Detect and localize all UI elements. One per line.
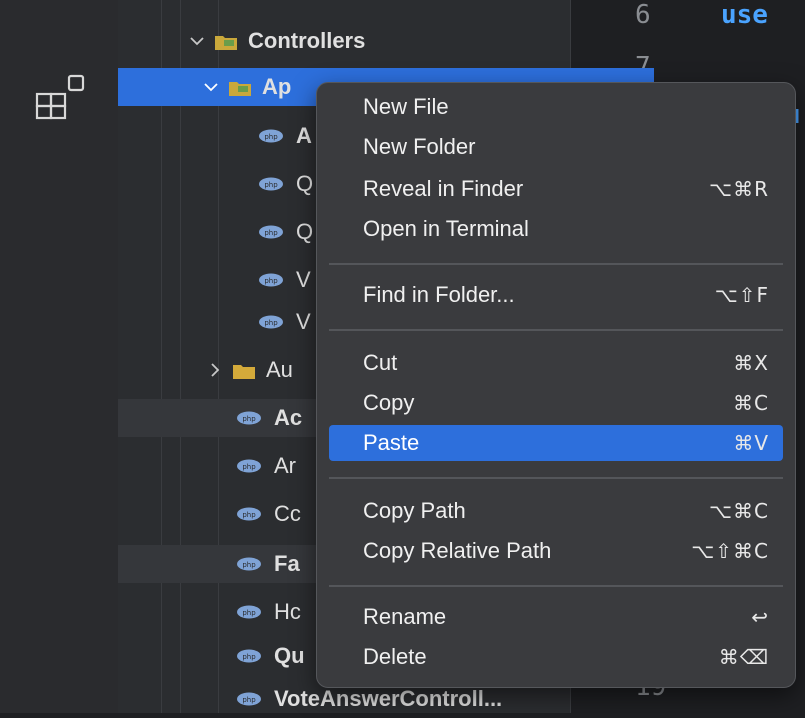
svg-text:php: php bbox=[264, 319, 278, 327]
tree-item-label: Au bbox=[266, 357, 293, 382]
chevron-down-icon bbox=[190, 37, 204, 46]
tree-item-label: Ap bbox=[262, 74, 292, 99]
menu-item-label: Find in Folder... bbox=[363, 282, 515, 307]
menu-item-new-folder[interactable]: New Folder bbox=[329, 129, 783, 165]
menu-item-label: Reveal in Finder bbox=[363, 176, 524, 201]
csharp-file-icon: php bbox=[259, 273, 283, 287]
tree-item-label: Hc bbox=[274, 599, 301, 624]
menu-item-copy-relative-path[interactable]: Copy Relative Path ⌥⇧⌘C bbox=[329, 533, 783, 569]
menu-item-label: Copy Path bbox=[363, 498, 466, 523]
menu-item-reveal-in-finder[interactable]: Reveal in Finder ⌥⌘R bbox=[329, 171, 783, 207]
tree-item-label: Fa bbox=[274, 551, 300, 576]
csharp-file-icon: php bbox=[259, 129, 283, 143]
menu-item-paste[interactable]: Paste ⌘V bbox=[329, 425, 783, 461]
menu-item-shortcut: ↩ bbox=[751, 605, 769, 629]
csharp-file-icon: php bbox=[237, 692, 261, 706]
menu-item-open-in-terminal[interactable]: Open in Terminal bbox=[329, 211, 783, 247]
menu-item-find-in-folder[interactable]: Find in Folder... ⌥⇧F bbox=[329, 277, 783, 313]
menu-item-label: Open in Terminal bbox=[363, 216, 529, 241]
svg-text:php: php bbox=[264, 277, 278, 285]
svg-text:php: php bbox=[242, 653, 256, 661]
chevron-right-icon bbox=[211, 363, 220, 377]
svg-text:php: php bbox=[264, 181, 278, 189]
csharp-file-icon: php bbox=[237, 605, 261, 619]
svg-text:php: php bbox=[242, 561, 256, 569]
csharp-folder-icon bbox=[229, 82, 251, 96]
folder-icon bbox=[233, 365, 255, 379]
svg-text:php: php bbox=[242, 463, 256, 471]
tree-item-label: Cc bbox=[274, 501, 301, 526]
menu-separator bbox=[329, 329, 783, 331]
csharp-file-icon: php bbox=[259, 315, 283, 329]
svg-text:php: php bbox=[242, 609, 256, 617]
menu-item-shortcut: ⌥⌘R bbox=[709, 177, 769, 201]
menu-separator bbox=[329, 585, 783, 587]
tree-item-label: V bbox=[296, 309, 311, 334]
menu-item-delete[interactable]: Delete ⌘⌫ bbox=[329, 639, 783, 675]
svg-text:php: php bbox=[264, 229, 278, 237]
menu-item-label: Rename bbox=[363, 604, 447, 629]
svg-text:php: php bbox=[242, 511, 256, 519]
ide-window: 6 use 7 u 19 Controllers Ap php A php Q … bbox=[0, 0, 805, 713]
menu-item-copy[interactable]: Copy ⌘C bbox=[329, 385, 783, 421]
menu-item-label: Paste bbox=[363, 430, 420, 455]
tree-item-label: Controllers bbox=[248, 28, 366, 53]
csharp-file-icon: php bbox=[259, 225, 283, 239]
csharp-file-icon: php bbox=[237, 557, 261, 571]
svg-text:php: php bbox=[242, 696, 256, 704]
menu-item-label: Copy bbox=[363, 390, 415, 415]
tree-item-label: Qu bbox=[274, 643, 305, 668]
menu-separator bbox=[329, 263, 783, 265]
svg-text:php: php bbox=[264, 133, 278, 141]
csharp-file-icon: php bbox=[259, 177, 283, 191]
menu-item-cut[interactable]: Cut ⌘X bbox=[329, 345, 783, 381]
tree-folder-controllers[interactable]: Controllers bbox=[118, 22, 640, 60]
menu-item-label: New File bbox=[363, 94, 449, 119]
code-token: use bbox=[721, 0, 768, 30]
menu-item-shortcut: ⌘X bbox=[733, 351, 769, 375]
menu-item-rename[interactable]: Rename ↩ bbox=[329, 599, 783, 635]
csharp-folder-icon bbox=[215, 36, 237, 50]
tree-item-label: Q bbox=[296, 171, 314, 196]
tree-item-label: A bbox=[296, 123, 312, 148]
menu-item-copy-path[interactable]: Copy Path ⌥⌘C bbox=[329, 493, 783, 529]
svg-text:php: php bbox=[242, 415, 256, 423]
activity-bar bbox=[0, 0, 118, 713]
extensions-layout-icon[interactable] bbox=[35, 72, 91, 120]
csharp-file-icon: php bbox=[237, 649, 261, 663]
menu-item-shortcut: ⌥⌘C bbox=[708, 499, 769, 523]
menu-item-label: Delete bbox=[363, 644, 427, 669]
menu-item-shortcut: ⌘⌫ bbox=[718, 645, 769, 669]
csharp-file-icon: php bbox=[237, 507, 261, 521]
chevron-down-icon bbox=[204, 83, 218, 92]
menu-item-shortcut: ⌥⇧⌘C bbox=[691, 539, 769, 563]
menu-item-shortcut: ⌘C bbox=[733, 391, 769, 415]
tree-item-label: Ac bbox=[274, 405, 303, 430]
csharp-file-icon: php bbox=[237, 411, 261, 425]
tree-item-label: Q bbox=[296, 219, 314, 244]
tree-item-label: V bbox=[296, 267, 311, 292]
csharp-file-icon: php bbox=[237, 459, 261, 473]
menu-item-label: Copy Relative Path bbox=[363, 538, 552, 563]
menu-item-shortcut: ⌥⇧F bbox=[714, 283, 769, 307]
menu-item-shortcut: ⌘V bbox=[733, 431, 769, 455]
menu-item-label: New Folder bbox=[363, 134, 476, 159]
menu-separator bbox=[329, 477, 783, 479]
tree-item-label: VoteAnswerControll... bbox=[274, 686, 503, 711]
menu-item-new-file[interactable]: New File bbox=[329, 89, 783, 125]
tree-item-label: Ar bbox=[274, 453, 296, 478]
context-menu: New File New Folder Reveal in Finder ⌥⌘R… bbox=[316, 82, 796, 688]
menu-item-label: Cut bbox=[363, 350, 398, 375]
